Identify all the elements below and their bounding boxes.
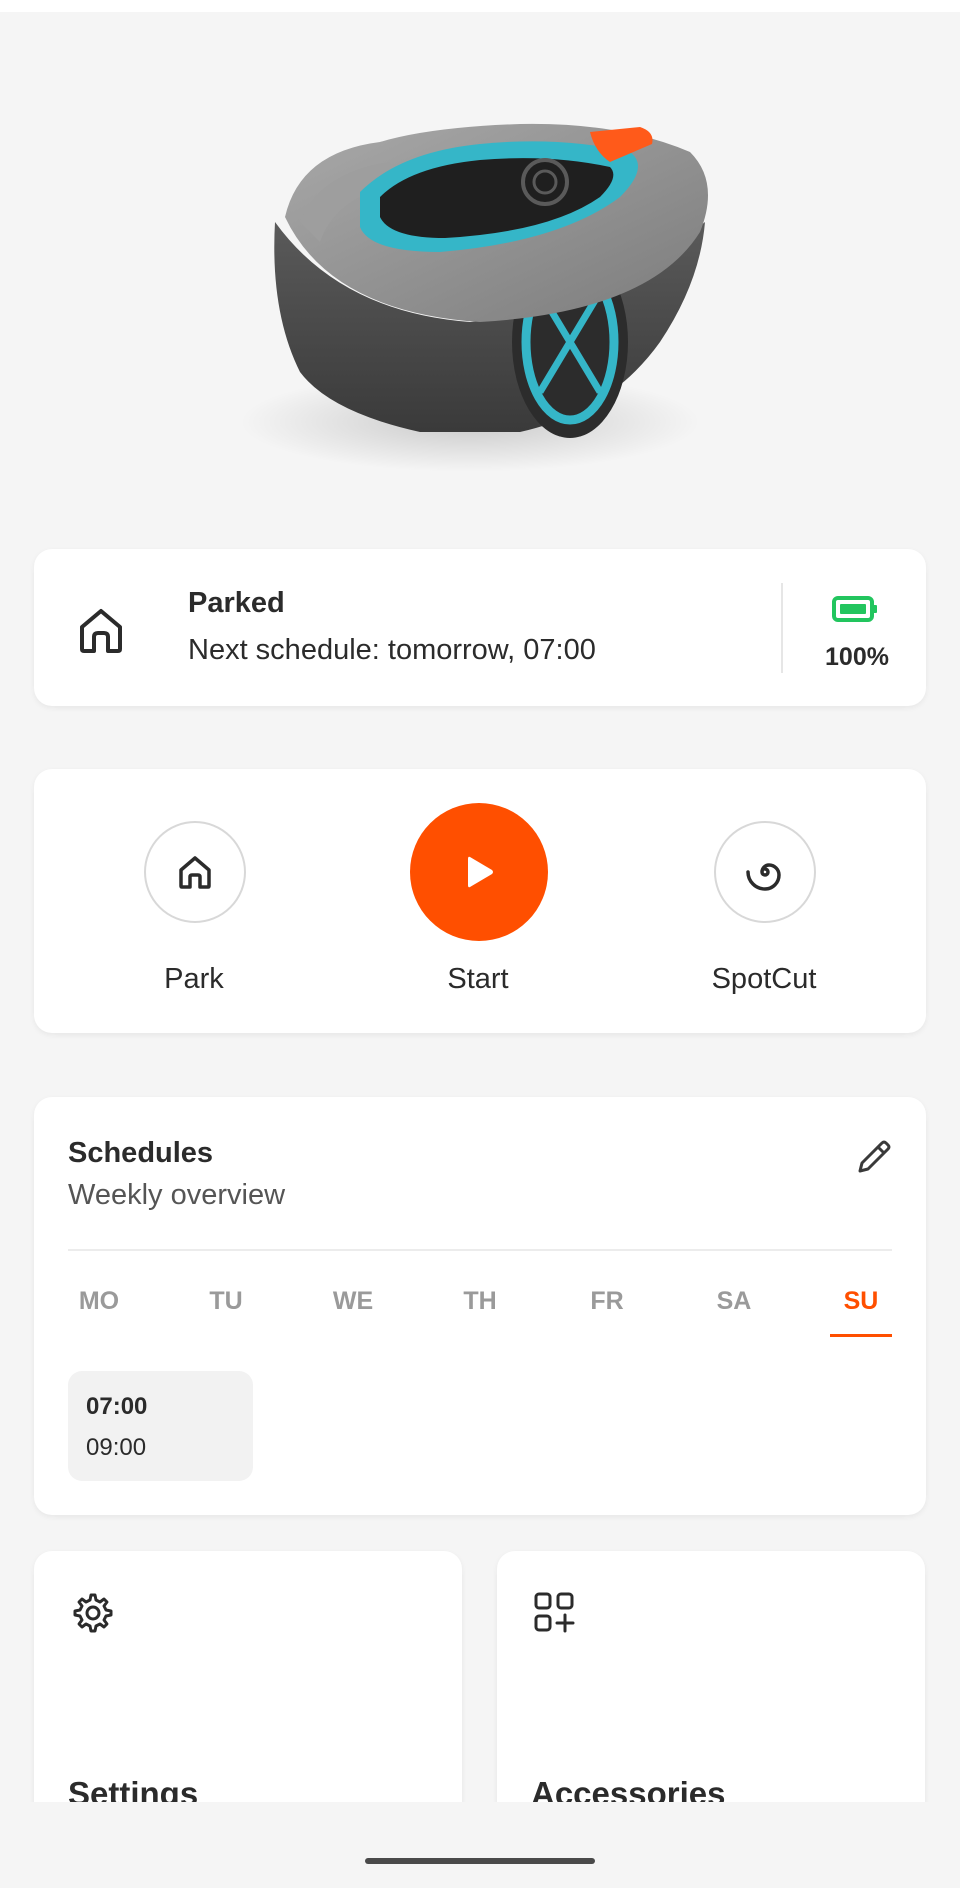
schedule-slot[interactable]: 07:00 09:00 [68,1371,253,1481]
home-indicator[interactable] [365,1858,595,1864]
home-icon [179,856,211,889]
day-tab-tu[interactable]: TU [195,1287,257,1337]
schedules-subtitle: Weekly overview [68,1179,286,1211]
bottom-bar [0,1802,960,1888]
mower-image [0,12,960,532]
day-tab-we[interactable]: WE [322,1287,384,1337]
schedules-title: Schedules [68,1137,214,1169]
next-schedule-text: Next schedule: tomorrow, 07:00 [188,634,596,666]
battery-percentage: 100% [825,643,889,671]
divider [781,583,783,673]
status-bar-area [0,0,960,12]
schedules-card[interactable]: Schedules Weekly overview MO TU WE TH FR… [34,1097,926,1515]
day-tab-mo[interactable]: MO [68,1287,130,1337]
spiral-icon [746,863,781,891]
park-action[interactable]: Park [94,769,294,1033]
day-tab-sa[interactable]: SA [703,1287,765,1337]
day-tab-su[interactable]: SU [830,1287,892,1337]
park-label: Park [164,963,224,995]
divider [68,1249,892,1251]
start-button[interactable] [410,803,548,941]
pencil-icon[interactable] [852,1135,896,1179]
slot-end-time: 09:00 [86,1434,147,1461]
spotcut-label: SpotCut [711,963,817,995]
park-button[interactable] [144,821,246,923]
slot-start-time: 07:00 [86,1393,148,1420]
home-icon [80,609,122,653]
status-card: Parked Next schedule: tomorrow, 07:00 10… [34,549,926,706]
spotcut-action[interactable]: SpotCut [664,769,864,1033]
gear-icon [73,1593,113,1633]
weekday-tabs: MO TU WE TH FR SA SU [68,1287,892,1337]
actions-card: Park Start SpotCut [34,769,926,1033]
play-icon [468,856,493,888]
start-action[interactable]: Start [378,769,578,1033]
battery-icon [832,596,877,622]
grid-plus-icon [534,1592,575,1633]
spotcut-button[interactable] [714,821,816,923]
start-label: Start [447,963,509,995]
day-tab-fr[interactable]: FR [576,1287,638,1337]
status-title: Parked [188,587,285,619]
day-tab-th[interactable]: TH [449,1287,511,1337]
